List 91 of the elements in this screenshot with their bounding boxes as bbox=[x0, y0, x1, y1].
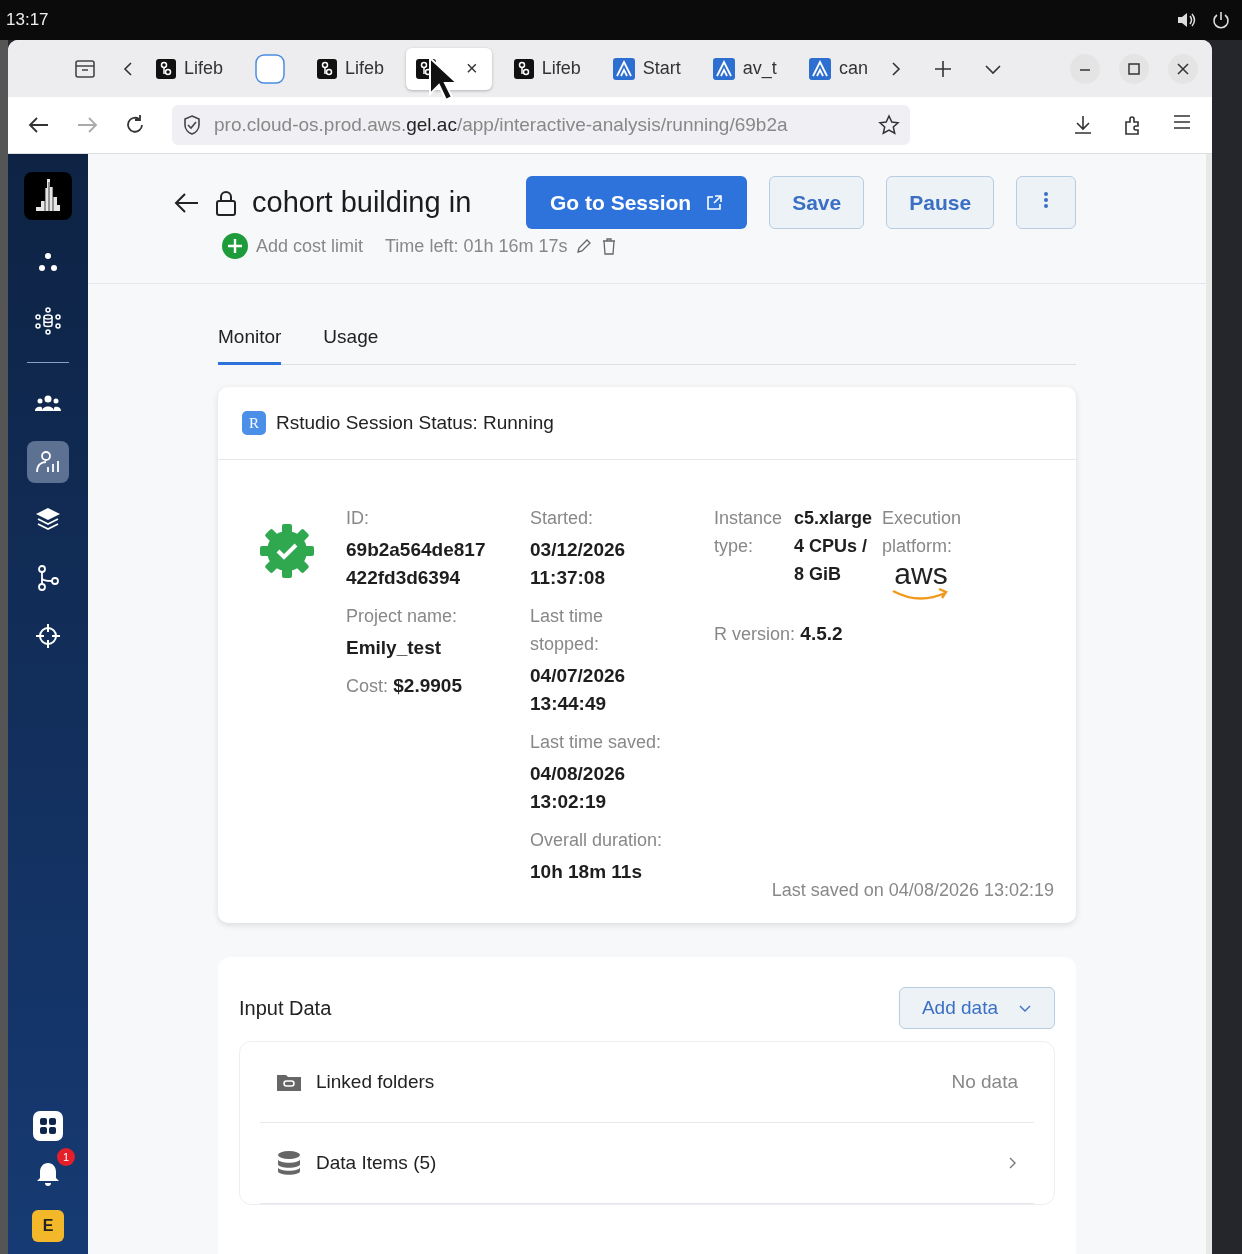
back-icon[interactable] bbox=[28, 116, 50, 134]
field-label: Execution platform: bbox=[882, 507, 963, 558]
back-arrow-icon[interactable] bbox=[174, 191, 200, 214]
field-value: c5.xlarge 4 CPUs / 8 GiB bbox=[794, 507, 874, 586]
add-data-button[interactable]: Add data bbox=[898, 987, 1055, 1029]
download-icon[interactable] bbox=[1072, 114, 1094, 136]
aws-logo: aws bbox=[886, 560, 956, 602]
check-badge-icon bbox=[260, 524, 314, 578]
field-text: Cost: $2.9905 bbox=[346, 674, 462, 698]
field-value: Emily_test bbox=[346, 636, 443, 660]
address-bar[interactable]: pro.cloud-os.prod.aws.gel.ac/app/interactive-analysis/running/69b2a bbox=[172, 105, 910, 145]
analysis-icon[interactable] bbox=[27, 441, 69, 483]
field-value: 10h 18m 11s bbox=[530, 860, 643, 884]
field-label: Last time saved: bbox=[530, 731, 662, 754]
list-item[interactable]: Data Items (5) bbox=[260, 1123, 1034, 1204]
section-title: Input Data bbox=[239, 996, 332, 1020]
database-icon bbox=[276, 1151, 302, 1175]
scroll-left-icon[interactable] bbox=[122, 60, 134, 77]
trash-icon[interactable] bbox=[601, 237, 618, 255]
mountain-icon bbox=[712, 57, 735, 80]
notification-badge: 1 bbox=[57, 1148, 75, 1166]
list-item[interactable]: Linked folders No data bbox=[260, 1042, 1034, 1123]
shield-icon bbox=[182, 114, 202, 136]
tab-overview-icon[interactable] bbox=[74, 58, 96, 79]
tab-title: av_t bbox=[742, 58, 777, 79]
reload-icon[interactable] bbox=[124, 114, 146, 136]
item-label: Data Items (5) bbox=[316, 1152, 438, 1174]
tab-title: Lifeb bbox=[184, 58, 224, 79]
tab[interactable]: Usage bbox=[323, 326, 379, 365]
save-button[interactable]: Save bbox=[769, 176, 865, 229]
field-label: Overall duration: bbox=[530, 829, 663, 852]
mountain-icon bbox=[808, 57, 831, 80]
mountain-icon bbox=[612, 57, 635, 80]
field-label: Instance type: bbox=[714, 507, 784, 558]
r-badge: R bbox=[242, 411, 266, 435]
tab-title: Lifeb bbox=[541, 58, 581, 79]
scroll-right-icon[interactable] bbox=[889, 60, 902, 77]
browser-tab[interactable]: Lifeb bbox=[307, 47, 395, 90]
caret-icon bbox=[1018, 1003, 1032, 1013]
close-icon[interactable] bbox=[1168, 53, 1198, 84]
bell-icon[interactable] bbox=[35, 1160, 61, 1188]
speaker-icon[interactable] bbox=[1176, 12, 1196, 28]
star-icon[interactable] bbox=[878, 114, 900, 136]
app-icon bbox=[156, 58, 176, 79]
app-icon bbox=[317, 58, 338, 79]
browser-tab[interactable]: can bbox=[798, 47, 878, 90]
time-left: Time left: 01h 16m 17s bbox=[385, 235, 568, 257]
tab-title: can bbox=[838, 58, 868, 79]
chevron-down-icon[interactable] bbox=[983, 62, 1002, 75]
menu-icon[interactable] bbox=[1172, 114, 1192, 130]
last-saved-text: Last saved on 04/08/2026 13:02:19 bbox=[770, 880, 1055, 902]
field-label: Last time stopped: bbox=[530, 605, 605, 656]
browser-tab[interactable]: Start bbox=[602, 47, 691, 90]
app-icon bbox=[513, 58, 534, 79]
tab-title: Lifeb bbox=[345, 58, 385, 79]
browser-tab[interactable]: Lifeb bbox=[146, 47, 234, 90]
user-avatar[interactable]: E bbox=[32, 1210, 64, 1242]
field-value: 04/08/2026 13:02:19 bbox=[530, 762, 627, 814]
field-label: ID: bbox=[346, 507, 369, 530]
tab-close[interactable]: × bbox=[466, 57, 478, 80]
browser-tab[interactable]: av_t bbox=[702, 47, 787, 90]
item-status: No data bbox=[951, 1071, 1018, 1093]
field-text: R version: 4.5.2 bbox=[714, 622, 844, 646]
item-label: Linked folders bbox=[316, 1071, 436, 1093]
tab[interactable]: Monitor bbox=[218, 326, 282, 365]
power-icon[interactable] bbox=[1212, 11, 1230, 29]
field-value: 03/12/2026 11:37:08 bbox=[530, 538, 627, 590]
browser-tab[interactable]: Lifeb bbox=[503, 47, 591, 90]
field-label: Started: bbox=[530, 507, 594, 530]
chevron-right-icon bbox=[1008, 1156, 1018, 1170]
tab-title: Start bbox=[642, 58, 681, 79]
mouse-cursor-icon bbox=[428, 56, 458, 102]
link-folder-icon bbox=[276, 1072, 302, 1092]
new-tab-icon[interactable] bbox=[933, 59, 952, 78]
lock-icon bbox=[214, 188, 238, 217]
external-link-icon bbox=[705, 193, 724, 212]
go-to-session-button[interactable]: Go to Session bbox=[526, 176, 748, 229]
field-value: 69b2a564de817 422fd3d6394 bbox=[346, 538, 487, 590]
session-title: cohort building in bbox=[252, 186, 473, 219]
add-circle-icon[interactable] bbox=[222, 233, 248, 259]
minimize-icon[interactable] bbox=[1070, 53, 1100, 84]
field-label: Project name: bbox=[346, 605, 458, 628]
clock: 13:17 bbox=[6, 10, 49, 30]
pause-button[interactable]: Pause bbox=[886, 176, 995, 229]
status-title: Rstudio Session Status: Running bbox=[276, 412, 554, 434]
blank-page-icon bbox=[255, 53, 286, 84]
field-value: 04/07/2026 13:44:49 bbox=[530, 664, 627, 716]
maximize-icon[interactable] bbox=[1119, 53, 1149, 84]
logo-icon[interactable] bbox=[24, 172, 72, 220]
kebab-icon bbox=[1043, 190, 1050, 210]
apps-grid-icon[interactable] bbox=[32, 1110, 64, 1142]
